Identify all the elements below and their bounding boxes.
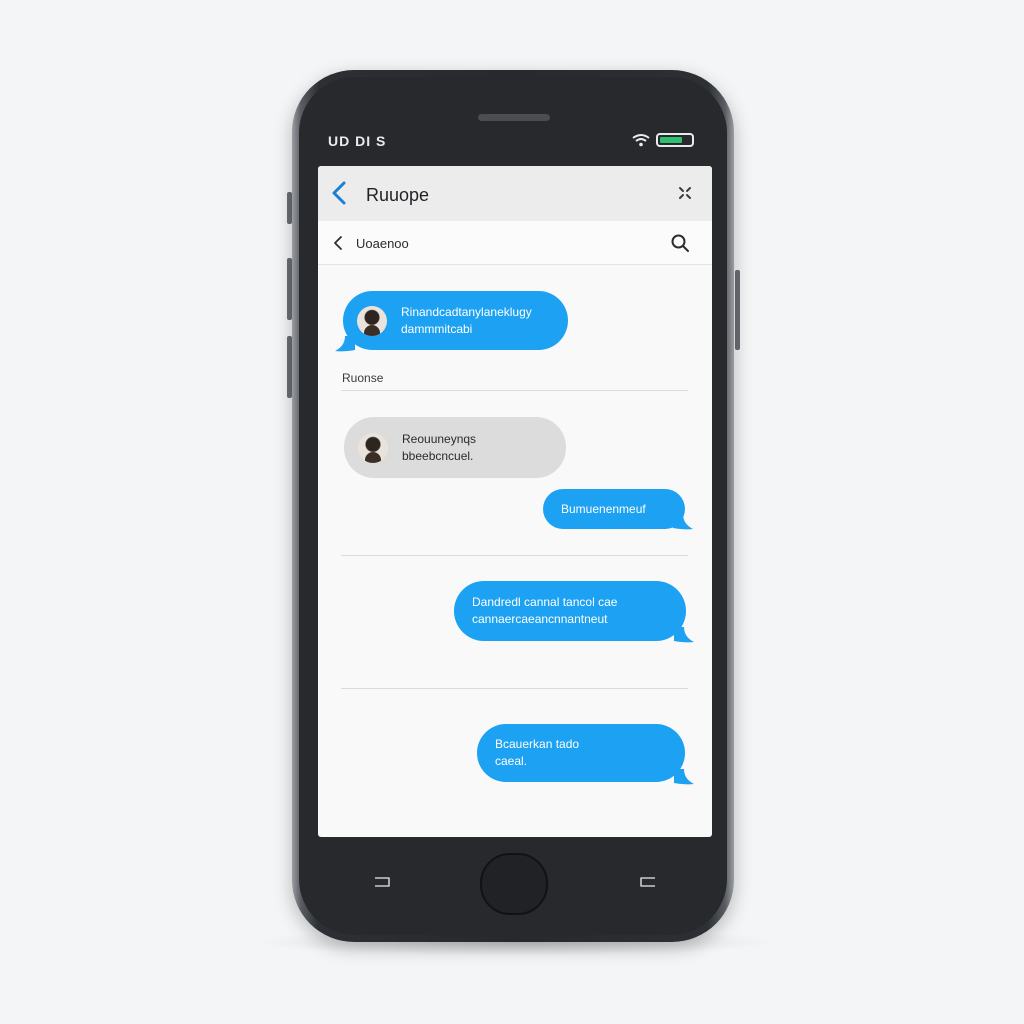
message-text: cannaercaeancnnantneut	[472, 612, 608, 626]
bubble-tail	[674, 769, 694, 785]
search-icon[interactable]	[670, 233, 690, 253]
screen: Ruuope Uoaenoo Rinandcadtanylaneklugy da…	[318, 166, 712, 837]
back-chevron-icon[interactable]	[330, 180, 348, 206]
close-icon[interactable]	[678, 186, 692, 200]
message-bubble-outgoing[interactable]: Dandredl cannal tancol cae cannaercaeanc…	[454, 581, 686, 641]
power-button[interactable]	[735, 270, 740, 350]
carrier-label: UD DI S	[328, 133, 387, 149]
divider	[341, 555, 688, 556]
sub-header-title: Uoaenoo	[356, 236, 409, 251]
sub-header: Uoaenoo	[318, 221, 712, 265]
message-text: bbeebcncuel.	[402, 448, 474, 463]
wifi-icon	[632, 134, 650, 147]
page: UD DI S Ruuope Uoaenoo Rinandcadtanylane…	[0, 0, 1024, 1024]
earpiece-speaker	[478, 114, 550, 121]
home-button[interactable]	[480, 853, 548, 915]
avatar[interactable]	[358, 432, 388, 463]
avatar[interactable]	[357, 305, 387, 336]
conversation-title: Ruuope	[366, 185, 430, 205]
message-bubble-outgoing[interactable]: Bcauerkan tado caeal.	[477, 724, 685, 782]
message-text: Bcauerkan tado	[495, 737, 580, 751]
status-icons	[632, 133, 694, 147]
divider	[341, 688, 688, 689]
chevron-left-icon[interactable]	[332, 235, 344, 251]
battery-icon	[656, 133, 694, 147]
section-label: Ruonse	[342, 371, 384, 385]
message-text: dammmitcabi	[401, 321, 473, 336]
divider	[341, 390, 688, 391]
message-bubble-incoming[interactable]: Reouuneynqs bbeebcncuel.	[344, 417, 566, 478]
message-bubble-outgoing[interactable]: Bumuenenmeuf	[543, 489, 685, 529]
bubble-tail	[674, 627, 694, 643]
message-text: Reouuneynqs	[402, 431, 477, 446]
bubble-tail	[673, 514, 693, 530]
message-text: caeal.	[495, 754, 528, 768]
message-bubble-incoming[interactable]: Rinandcadtanylaneklugy dammmitcabi	[343, 291, 568, 350]
message-text: Dandredl cannal tancol cae	[472, 595, 618, 609]
navigation-bar: Ruuope	[318, 166, 712, 221]
back-key-icon[interactable]	[638, 876, 658, 888]
message-text: Bumuenenmeuf	[561, 501, 646, 516]
recent-apps-icon[interactable]	[372, 876, 392, 888]
message-text: Rinandcadtanylaneklugy	[401, 304, 532, 319]
